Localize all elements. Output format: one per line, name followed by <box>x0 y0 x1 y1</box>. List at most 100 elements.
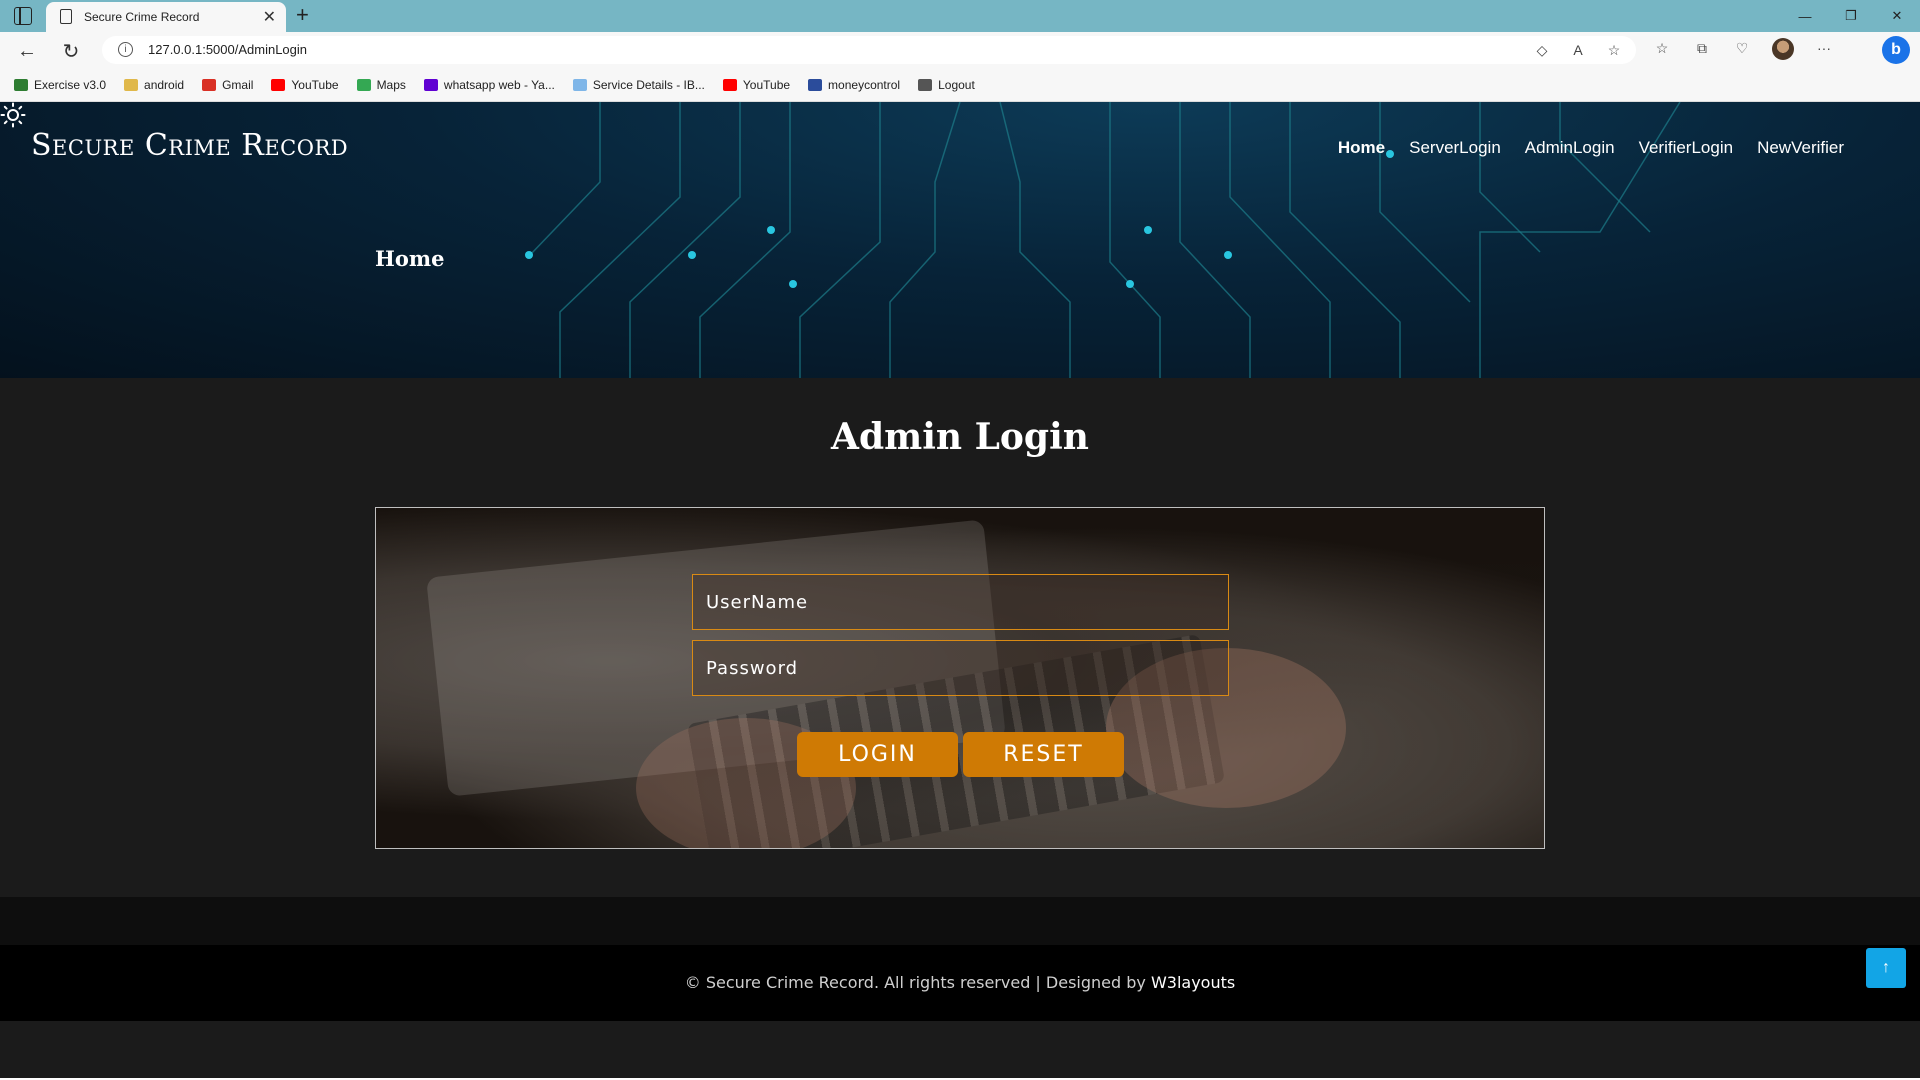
nav-item-verifierlogin[interactable]: VerifierLogin <box>1639 138 1734 158</box>
url-field[interactable]: i 127.0.0.1:5000/AdminLogin ◇ A ☆ <box>102 36 1636 64</box>
footer-text: © Secure Crime Record. All rights reserv… <box>684 973 1151 992</box>
bookmark-item[interactable]: YouTube <box>722 77 791 92</box>
tag-icon[interactable]: ◇ <box>1532 40 1552 60</box>
circuit-line <box>699 102 791 378</box>
nav-item-serverlogin[interactable]: ServerLogin <box>1409 138 1501 158</box>
yahoo-icon <box>423 78 438 91</box>
page: Secure Crime Record Home ServerLogin Admin… <box>0 102 1920 1080</box>
bookmark-label: YouTube <box>291 77 339 92</box>
password-field[interactable] <box>692 640 1229 696</box>
footer-copyright: © Secure Crime Record. All rights reserv… <box>0 973 1920 992</box>
folder-icon <box>124 78 139 91</box>
login-button[interactable]: LOGIN <box>797 732 958 777</box>
nav-item-home[interactable]: Home <box>1338 138 1385 158</box>
page-icon <box>918 78 933 91</box>
bookmark-item[interactable]: YouTube <box>271 77 339 92</box>
login-panel: LOGIN RESET <box>375 507 1545 849</box>
circuit-node <box>1126 280 1134 288</box>
youtube-icon <box>722 78 737 91</box>
tab-title: Secure Crime Record <box>84 10 200 24</box>
reset-button[interactable]: RESET <box>963 732 1124 777</box>
circuit-line <box>529 102 601 256</box>
page-icon <box>60 9 72 24</box>
circuit-line <box>889 102 961 378</box>
footer-band <box>0 897 1920 945</box>
circuit-node <box>789 280 797 288</box>
collections-icon[interactable]: ⧉ <box>1692 38 1712 58</box>
bookmark-label: Maps <box>376 77 406 92</box>
extensions-icon[interactable]: ♡ <box>1732 38 1752 58</box>
sidebar-toggle-icon[interactable] <box>14 7 32 25</box>
bookmark-label: Exercise v3.0 <box>34 77 107 92</box>
footer-w3layouts-link[interactable]: W3layouts <box>1151 973 1235 992</box>
circuit-line <box>1379 102 1471 303</box>
bookmark-label: Logout <box>938 77 975 92</box>
circuit-line <box>1479 102 1541 253</box>
theme-toggle-icon[interactable] <box>0 102 26 128</box>
bookmark-item[interactable]: moneycontrol <box>808 78 900 92</box>
url-text: 127.0.0.1:5000/AdminLogin <box>148 42 308 57</box>
back-to-top-button[interactable]: ↑ <box>1866 948 1906 988</box>
nav-item-newverifier[interactable]: NewVerifier <box>1757 138 1844 158</box>
add-favorite-icon[interactable]: ☆ <box>1604 40 1624 60</box>
bookmark-label: Gmail <box>222 77 254 92</box>
circuit-node <box>767 226 775 234</box>
favorites-icon[interactable]: ☆ <box>1652 38 1672 58</box>
bookmark-label: whatsapp web - Ya... <box>443 77 555 92</box>
bookmark-label: android <box>144 77 185 92</box>
new-tab-icon[interactable]: + <box>296 2 309 28</box>
circuit-node <box>1224 251 1232 259</box>
restore-icon[interactable]: ❐ <box>1828 0 1874 32</box>
bookmark-item[interactable]: Service Details - IB... <box>572 77 705 92</box>
circuit-line <box>629 102 741 378</box>
profile-avatar[interactable] <box>1772 38 1794 60</box>
nav-item-adminlogin[interactable]: AdminLogin <box>1525 138 1615 158</box>
circuit-node <box>688 251 696 259</box>
youtube-icon <box>271 78 286 91</box>
bookmark-item[interactable]: Exercise v3.0 <box>14 78 106 92</box>
page-title: Admin Login <box>831 416 1089 458</box>
main-nav: Home ServerLogin AdminLogin VerifierLogin Ne… <box>1338 138 1844 158</box>
bing-copilot-icon[interactable]: b <box>1882 36 1910 64</box>
bookmark-item[interactable]: Logout <box>918 78 975 92</box>
bookmark-item[interactable]: Gmail <box>202 78 253 92</box>
close-window-icon[interactable]: ✕ <box>1874 0 1920 32</box>
moneycontrol-icon <box>808 78 823 91</box>
address-bar: ← ↻ i 127.0.0.1:5000/AdminLogin ◇ A ☆ ☆ … <box>0 32 1920 68</box>
cloud-icon <box>572 78 587 91</box>
circuit-line <box>1109 102 1161 378</box>
circuit-line <box>999 102 1071 378</box>
bookmark-item[interactable]: Maps <box>356 77 406 92</box>
back-icon[interactable]: ← <box>14 38 40 64</box>
more-options-icon[interactable]: ··· <box>1814 38 1834 58</box>
breadcrumb[interactable]: Home <box>375 246 444 271</box>
browser-tab-bar: Secure Crime Record ✕ + — ❐ ✕ <box>0 0 1920 32</box>
minimize-icon[interactable]: — <box>1782 0 1828 32</box>
w-logo-icon <box>14 78 28 91</box>
circuit-line <box>1559 102 1651 233</box>
maps-pin-icon <box>356 78 371 91</box>
circuit-line <box>1229 102 1331 378</box>
site-info-icon[interactable]: i <box>118 42 133 57</box>
close-tab-icon[interactable]: ✕ <box>263 7 276 27</box>
bookmarks-bar: Exercise v3.0 android Gmail YouTube Maps what… <box>0 68 1920 102</box>
circuit-node <box>1144 226 1152 234</box>
browser-tab[interactable]: Secure Crime Record ✕ <box>46 2 286 32</box>
bookmark-label: YouTube <box>742 77 791 92</box>
bookmark-label: Service Details - IB... <box>592 77 705 92</box>
read-aloud-icon[interactable]: A <box>1568 40 1588 60</box>
bookmark-item[interactable]: whatsapp web - Ya... <box>423 77 555 92</box>
refresh-icon[interactable]: ↻ <box>58 38 84 64</box>
circuit-line <box>1179 102 1251 378</box>
hero-banner: Secure Crime Record Home ServerLogin Admin… <box>0 102 1920 378</box>
username-field[interactable] <box>692 574 1229 630</box>
window-controls: — ❐ ✕ <box>1782 0 1920 32</box>
gmail-icon <box>202 78 217 91</box>
circuit-line <box>559 102 681 378</box>
footer: © Secure Crime Record. All rights reserv… <box>0 945 1920 1021</box>
circuit-line <box>799 102 881 378</box>
site-brand[interactable]: Secure Crime Record <box>31 128 348 163</box>
circuit-node <box>525 251 533 259</box>
bookmark-item[interactable]: android <box>124 78 184 92</box>
bookmark-label: moneycontrol <box>828 77 901 92</box>
